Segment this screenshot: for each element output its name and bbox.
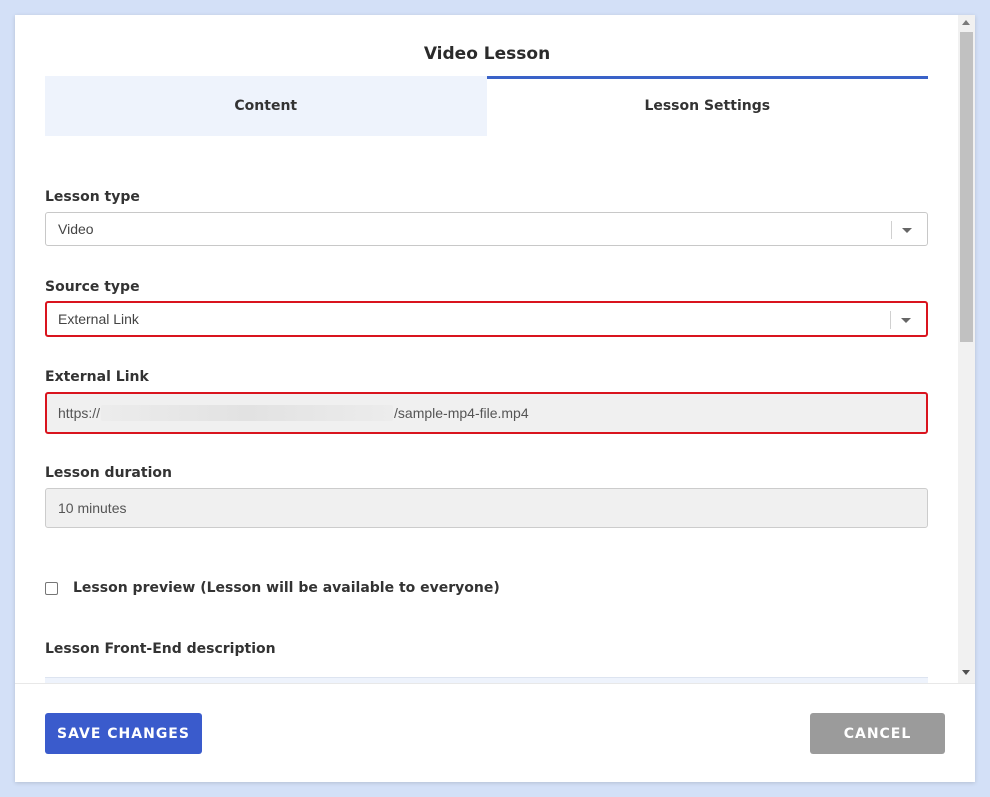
select-separator [890, 311, 891, 329]
tab-lesson-settings[interactable]: Lesson Settings [486, 76, 928, 136]
lesson-type-label: Lesson type [45, 189, 140, 205]
lesson-duration-label: Lesson duration [45, 465, 172, 481]
scroll-up-icon[interactable] [962, 20, 970, 25]
scrollbar[interactable] [958, 15, 975, 683]
lesson-preview-checkbox[interactable] [45, 581, 58, 595]
tab-content-label: Content [234, 98, 298, 114]
chevron-down-icon [902, 228, 912, 233]
tab-lesson-settings-label: Lesson Settings [644, 98, 771, 114]
external-link-input[interactable]: https:// /sample-mp4-file.mp4 [45, 392, 928, 434]
lesson-duration-value: 10 minutes [58, 500, 127, 516]
tab-content[interactable]: Content [45, 76, 487, 136]
source-type-select[interactable]: External Link [45, 301, 928, 337]
redacted-url-segment [101, 405, 394, 421]
modal-title: Video Lesson [423, 44, 551, 64]
modal-footer: SAVE CHANGES CANCEL [15, 683, 975, 782]
external-link-label: External Link [45, 369, 149, 385]
cancel-button[interactable]: CANCEL [810, 713, 945, 754]
lesson-preview-label[interactable]: Lesson preview (Lesson will be available… [73, 580, 500, 596]
save-changes-button[interactable]: SAVE CHANGES [45, 713, 202, 754]
scrollbar-thumb[interactable] [960, 32, 973, 342]
lesson-type-value: Video [58, 221, 94, 237]
external-link-prefix: https:// [58, 405, 101, 421]
source-type-value: External Link [58, 311, 139, 327]
scroll-down-icon[interactable] [962, 670, 970, 675]
chevron-down-icon [901, 318, 911, 323]
lesson-duration-input[interactable]: 10 minutes [45, 488, 928, 528]
tab-bar: Content Lesson Settings [45, 76, 928, 136]
select-separator [891, 221, 892, 239]
lesson-type-select[interactable]: Video [45, 212, 928, 246]
external-link-suffix: /sample-mp4-file.mp4 [394, 405, 529, 421]
video-lesson-modal: Video Lesson Content Lesson Settings Les… [15, 15, 975, 782]
source-type-label: Source type [45, 279, 140, 295]
lesson-settings-panel[interactable]: Lesson type Video Source type External L… [15, 136, 959, 683]
front-end-description-label: Lesson Front-End description [45, 641, 276, 657]
lesson-preview-row: Lesson preview (Lesson will be available… [45, 580, 500, 596]
